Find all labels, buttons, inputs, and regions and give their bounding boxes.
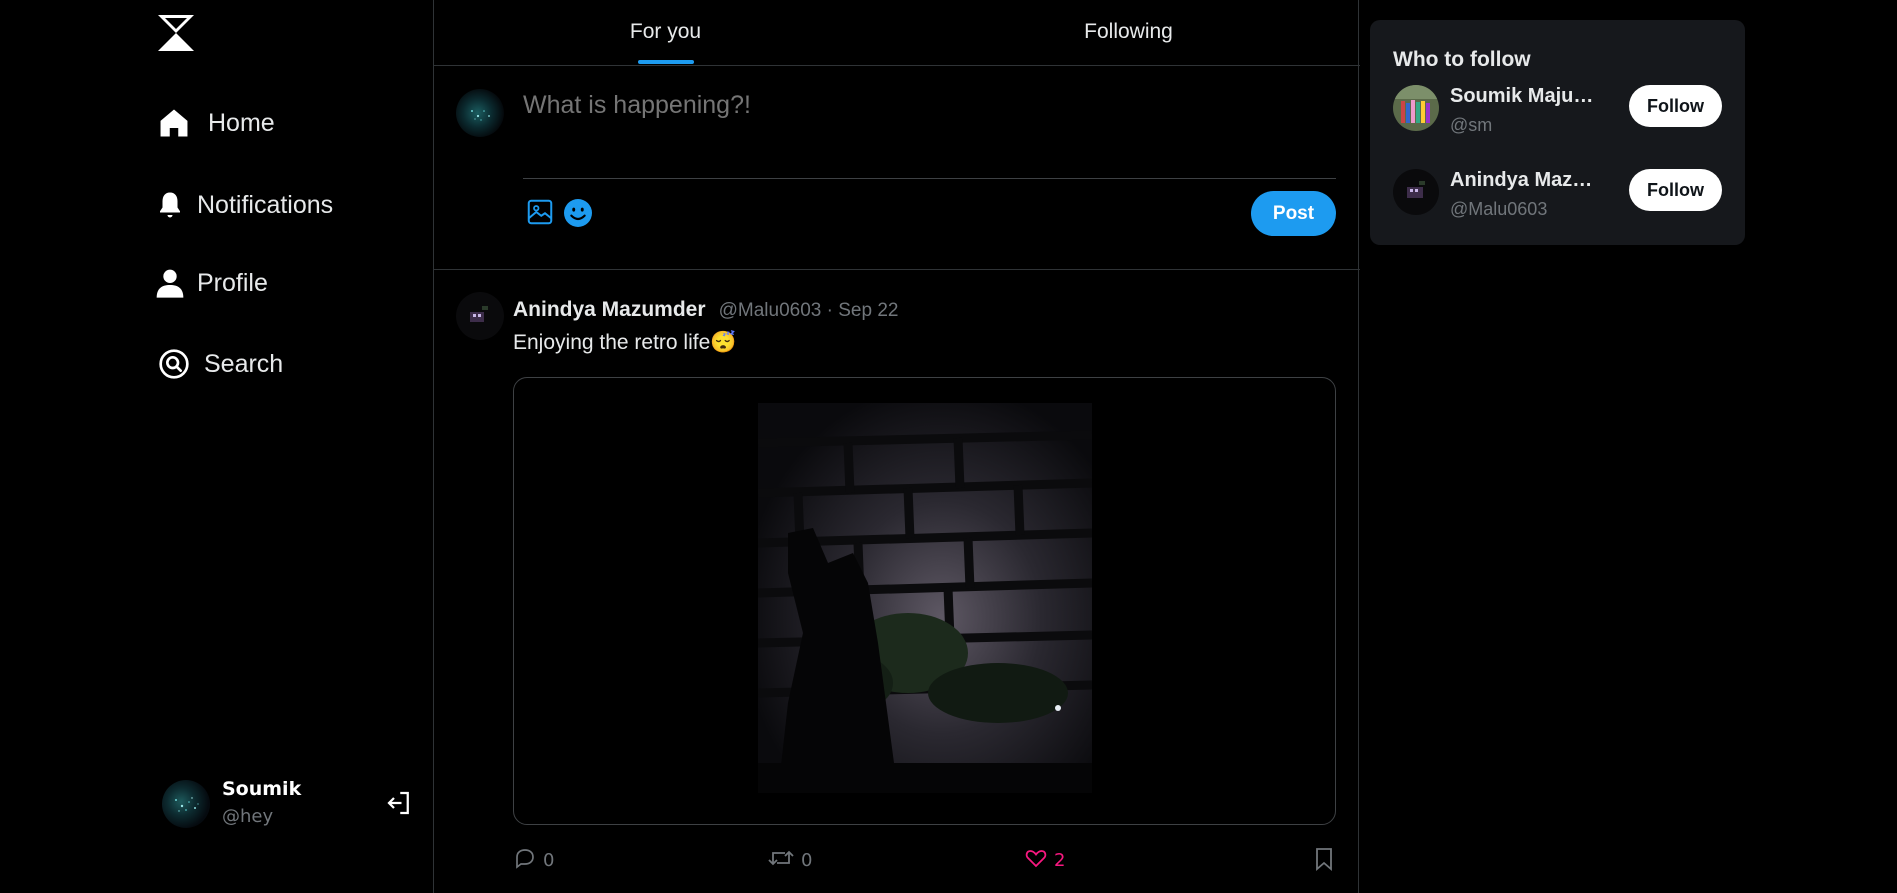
search-icon [156, 346, 192, 382]
comment-icon [513, 846, 537, 874]
suggested-user-name: Anindya Mazumder [1450, 169, 1600, 191]
reply-button[interactable]: 0 [513, 846, 554, 874]
retweet-button[interactable]: 0 [767, 846, 812, 874]
like-count: 2 [1054, 849, 1066, 871]
reply-count: 0 [543, 849, 555, 871]
bookmark-button[interactable] [1313, 846, 1335, 876]
night-window-photo [758, 403, 1092, 793]
hourglass-logo-icon[interactable] [156, 13, 196, 53]
tab-following-label: Following [1084, 20, 1173, 43]
tweet-header: Anindya Mazumder @Malu0603 · Sep 22 [513, 298, 898, 322]
suggested-user-handle: @Malu0603 [1450, 199, 1548, 219]
retweet-icon [767, 846, 795, 874]
tab-following[interactable]: Following [897, 0, 1360, 66]
divider [523, 178, 1336, 179]
heart-icon [1024, 846, 1048, 874]
follow-button[interactable]: Follow [1629, 85, 1722, 127]
who-to-follow-panel: Who to follow Soumik Majumder @sm Follow… [1370, 20, 1745, 245]
user-icon [152, 265, 188, 301]
who-to-follow-title: Who to follow [1393, 48, 1531, 71]
main-feed: For you Following What is happening?! Po… [433, 0, 1360, 893]
avatar[interactable] [162, 780, 210, 828]
follow-button[interactable]: Follow [1629, 169, 1722, 211]
tweet-author[interactable]: Anindya Mazumder [513, 298, 706, 321]
suggested-user[interactable]: Anindya Mazumder @Malu0603 Follow [1370, 169, 1745, 229]
tweet-meta: @Malu0603 · Sep 22 [718, 300, 899, 321]
post-composer: Post [434, 67, 1360, 270]
suggested-user[interactable]: Soumik Majumder @sm Follow [1370, 85, 1745, 145]
nav-home-label: Home [208, 108, 275, 137]
nav-notifications[interactable]: Notifications [152, 187, 333, 223]
current-user-name: Soumik [222, 778, 302, 800]
image-icon[interactable] [525, 197, 557, 229]
nav-search[interactable]: Search [156, 346, 283, 382]
nav-notifications-label: Notifications [197, 190, 334, 219]
bookmark-icon [1313, 846, 1335, 876]
left-sidebar: Home Notifications Profile Search Soumik [0, 0, 433, 893]
avatar[interactable] [1393, 85, 1439, 131]
avatar [456, 89, 504, 137]
avatar[interactable] [456, 292, 504, 340]
active-tab-indicator [637, 60, 694, 64]
tweet-actions: 0 0 2 [513, 846, 1336, 876]
tweet-image[interactable] [513, 377, 1336, 825]
tweet[interactable]: Anindya Mazumder @Malu0603 · Sep 22 Enjo… [434, 271, 1360, 893]
account-switcher[interactable]: Soumik @hey [162, 776, 422, 830]
bell-icon [152, 187, 188, 223]
logout-icon[interactable] [384, 788, 414, 818]
nav-home[interactable]: Home [156, 105, 275, 141]
nav-profile[interactable]: Profile [152, 265, 268, 301]
avatar[interactable] [1393, 169, 1439, 215]
like-button[interactable]: 2 [1024, 846, 1065, 874]
nav-search-label: Search [204, 349, 284, 378]
compose-input[interactable] [523, 91, 1323, 120]
post-button[interactable]: Post [1251, 191, 1336, 236]
feed-tabs: For you Following [434, 0, 1360, 66]
nav-profile-label: Profile [197, 268, 268, 297]
suggested-user-name: Soumik Majumder [1450, 85, 1600, 107]
emoji-icon[interactable] [562, 197, 594, 229]
suggested-user-handle: @sm [1450, 115, 1493, 135]
home-icon [156, 105, 192, 141]
retweet-count: 0 [801, 849, 813, 871]
current-user-handle: @hey [222, 806, 274, 827]
tweet-text: Enjoying the retro life😴 [513, 331, 737, 354]
tab-for-you[interactable]: For you [434, 0, 897, 66]
